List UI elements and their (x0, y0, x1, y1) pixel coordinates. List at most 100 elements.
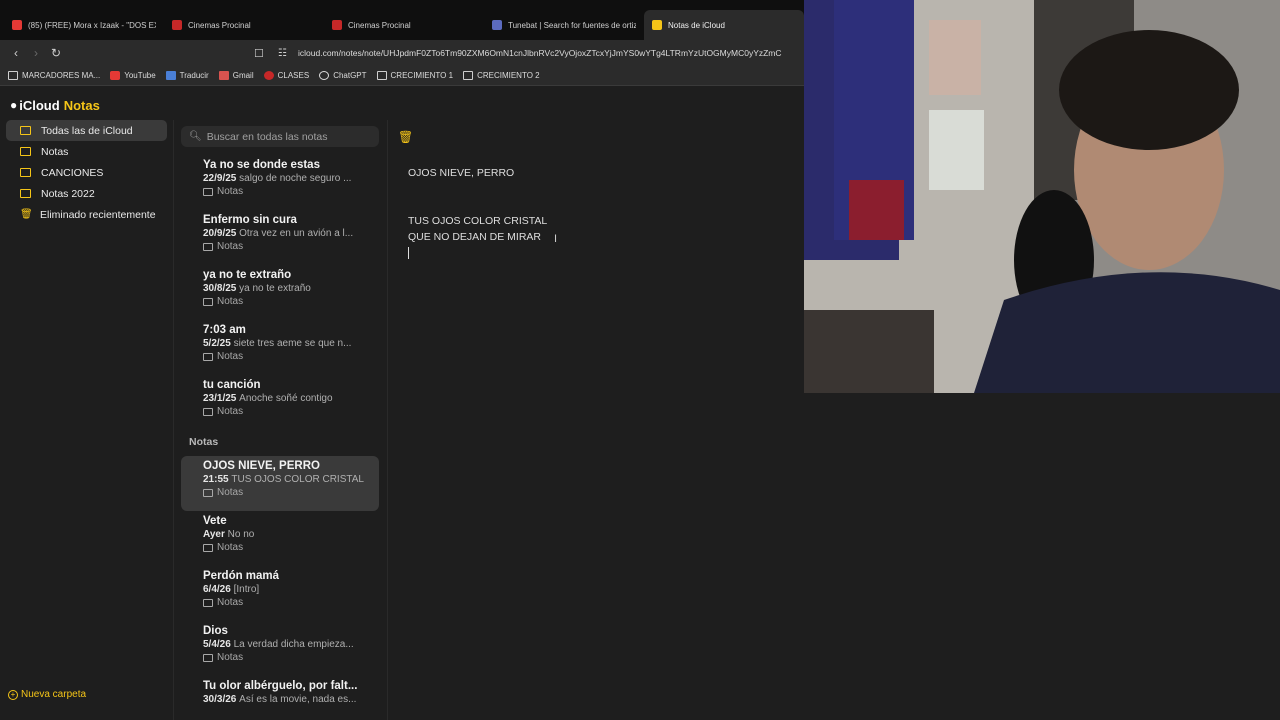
list-item[interactable]: Vete Ayer No no Notas (181, 511, 379, 566)
note-meta: 30/3/26 Así es la movie, nada es... (203, 694, 357, 705)
folder-icon (20, 189, 31, 198)
notes-icon (652, 20, 662, 30)
note-title: Vete (203, 515, 227, 527)
new-folder-button[interactable]: + Nueva carpeta (8, 689, 86, 700)
note-folder: Notas (203, 351, 379, 362)
list-item[interactable]: Enfermo sin cura 20/9/25 Otra vez en un … (181, 210, 379, 265)
note-meta: Ayer No no (203, 529, 255, 540)
note-folder: Notas (203, 241, 379, 252)
back-icon[interactable]: ‹ (6, 43, 26, 63)
brand-icloud: iCloud (19, 97, 60, 113)
note-meta: 30/8/25 ya no te extraño (203, 283, 311, 294)
note-title: Enfermo sin cura (203, 214, 297, 226)
folder-canciones[interactable]: CANCIONES (6, 162, 167, 183)
site-info-icon[interactable]: ☷ (278, 48, 292, 59)
delete-note-icon[interactable]: 🗑︎ (398, 130, 413, 144)
note-folder: Notas (203, 487, 379, 498)
reload-icon[interactable]: ↻ (46, 43, 66, 63)
list-item[interactable]: Ya no se donde estas 22/9/25 salgo de no… (181, 155, 379, 210)
text-caret (408, 247, 409, 259)
youtube-icon (110, 71, 121, 80)
list-item[interactable]: Dios 5/4/26 La verdad dicha empieza... N… (181, 621, 379, 676)
tab-bar: (85) (FREE) Mora x Izaak - "DOS EXTR Cin… (0, 0, 804, 40)
note-meta: 21:55 TUS OJOS COLOR CRISTAL (203, 474, 364, 485)
note-title: Dios (203, 625, 228, 637)
app-header: ● iCloud Notas (0, 90, 804, 120)
tab-youtube[interactable]: (85) (FREE) Mora x Izaak - "DOS EXTR (4, 10, 164, 40)
list-item[interactable]: tu canción 23/1/25 Anoche soñé contigo N… (181, 375, 379, 430)
folder-icon (203, 543, 213, 552)
bookmark-youtube[interactable]: YouTube (110, 71, 156, 80)
note-folder: Notas (203, 186, 379, 197)
folder-icon (203, 242, 213, 251)
note-line-title: OJOS NIEVE, PERRO (408, 167, 515, 179)
address-bar[interactable]: ☐ ☷ icloud.com/notes/note/UHJpdmF0ZTo6Tm… (254, 43, 804, 63)
folder-icon (203, 297, 213, 306)
search-input[interactable] (206, 130, 377, 143)
folder-icon (203, 598, 213, 607)
folder-icon (20, 168, 31, 177)
bookmark-traducir[interactable]: Traducir (165, 71, 209, 80)
list-item[interactable]: 7:03 am 5/2/25 siete tres aeme se que n.… (181, 320, 379, 375)
folder-icon (20, 126, 31, 135)
note-body[interactable]: OJOS NIEVE, PERRO TUS OJOS COLOR CRISTAL… (408, 165, 547, 259)
list-item-selected[interactable]: OJOS NIEVE, PERRO 21:55 TUS OJOS COLOR C… (181, 456, 379, 511)
procinal-icon (332, 20, 342, 30)
note-line: TUS OJOS COLOR CRISTAL (408, 215, 548, 227)
list-item[interactable]: Tu olor albérguelo, por falt... 30/3/26 … (181, 676, 379, 720)
note-title: Ya no se donde estas (203, 159, 320, 171)
translate-icon (165, 71, 176, 80)
section-header: Notas (189, 436, 219, 448)
bookmark-clases[interactable]: CLASES (263, 71, 309, 80)
note-line: QUE NO DEJAN DE MIRAR (408, 231, 542, 243)
folders-sidebar: Todas las de iCloud Notas CANCIONES Nota… (0, 120, 174, 720)
bookmark-chatgpt[interactable]: ChatGPT (319, 71, 367, 80)
tunebat-icon (492, 20, 502, 30)
folder-icon (203, 352, 213, 361)
note-title: ya no te extraño (203, 269, 292, 281)
apple-logo-icon: ● (10, 98, 18, 112)
search-icon: 🔍︎ (189, 131, 202, 142)
note-meta: 6/4/26 [Intro] (203, 584, 260, 595)
navigation-bar: ‹ › ↻ ☐ ☷ icloud.com/notes/note/UHJpdmF0… (0, 40, 804, 66)
folder-icon (8, 71, 18, 80)
clases-icon (263, 71, 274, 80)
folder-recently-deleted[interactable]: 🗑 Eliminado recientemente (6, 204, 167, 225)
list-item[interactable]: Perdón mamá 6/4/26 [Intro] Notas (181, 566, 379, 621)
browser-window: (85) (FREE) Mora x Izaak - "DOS EXTR Cin… (0, 0, 804, 720)
screen: (85) (FREE) Mora x Izaak - "DOS EXTR Cin… (0, 0, 1280, 720)
procinal-icon (172, 20, 182, 30)
tab-procinal-1[interactable]: Cinemas Procinal (164, 10, 324, 40)
bookmark-gmail[interactable]: Gmail (218, 71, 254, 80)
folder-icon (203, 488, 213, 497)
url-text: icloud.com/notes/note/UHJpdmF0ZTo6Tm90ZX… (298, 48, 782, 58)
bookmark-crecimiento-1[interactable]: CRECIMIENTO 1 (376, 71, 453, 80)
webcam-image (804, 0, 1280, 393)
note-folder: Notas (203, 597, 379, 608)
bookmark-crecimiento-2[interactable]: CRECIMIENTO 2 (463, 71, 540, 80)
note-meta: 23/1/25 Anoche soñé contigo (203, 393, 333, 404)
tab-procinal-2[interactable]: Cinemas Procinal (324, 10, 484, 40)
bookmark-marcadores[interactable]: MARCADORES MA... (8, 71, 100, 80)
webcam-overlay (804, 0, 1280, 393)
note-editor[interactable]: 🗑︎ OJOS NIEVE, PERRO TUS OJOS COLOR CRIS… (388, 120, 804, 720)
notes-app: ● iCloud Notas Todas las de iCloud Notas… (0, 90, 804, 720)
bookmark-icon[interactable]: ☐ (254, 47, 270, 60)
note-folder: Notas (203, 542, 379, 553)
folder-notas-2022[interactable]: Notas 2022 (6, 183, 167, 204)
tab-tunebat[interactable]: Tunebat | Search for fuentes de ortiz (484, 10, 644, 40)
tab-icloud-notes[interactable]: Notas de iCloud (644, 10, 804, 40)
note-meta: 5/2/25 siete tres aeme se que n... (203, 338, 352, 349)
chatgpt-icon (319, 71, 330, 80)
folder-notas[interactable]: Notas (6, 141, 167, 162)
bookmarks-bar: MARCADORES MA... YouTube Traducir Gmail … (0, 66, 804, 86)
forward-icon[interactable]: › (26, 43, 46, 63)
trash-icon: 🗑 (20, 208, 33, 220)
folder-icon (203, 187, 213, 196)
list-item[interactable]: ya no te extraño 30/8/25 ya no te extrañ… (181, 265, 379, 320)
note-meta: 20/9/25 Otra vez en un avión a l... (203, 228, 354, 239)
folder-all-icloud[interactable]: Todas las de iCloud (6, 120, 167, 141)
youtube-icon (12, 20, 22, 30)
folder-icon (463, 71, 474, 80)
search-box[interactable]: 🔍︎ (181, 126, 379, 147)
